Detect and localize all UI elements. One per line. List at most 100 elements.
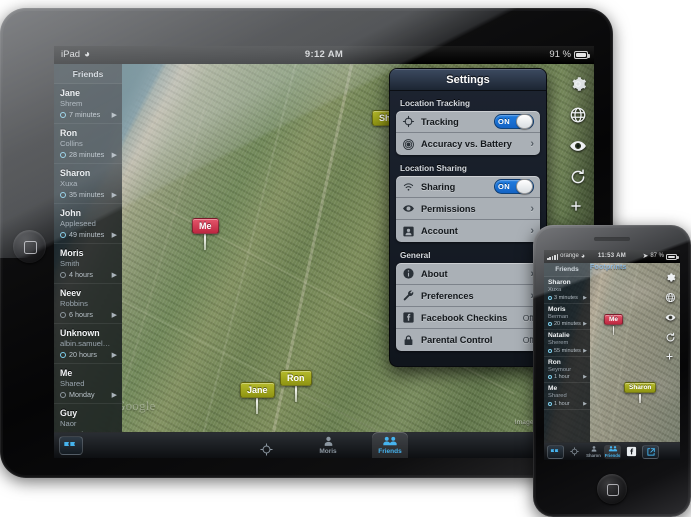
eye-icon[interactable]: [665, 312, 676, 323]
play-arrow-icon[interactable]: ▶: [112, 351, 117, 359]
settings-row-tracking[interactable]: Tracking ON: [396, 111, 540, 133]
tab-sharon[interactable]: Sharon: [585, 445, 602, 459]
settings-row-preferences[interactable]: Preferences›: [396, 285, 540, 307]
eye-icon[interactable]: [569, 137, 587, 155]
friend-meta: 7 minutes ▶: [60, 110, 117, 119]
status-dot-icon: [548, 322, 552, 326]
gear-icon[interactable]: [665, 272, 676, 283]
facebook-icon[interactable]: [623, 445, 640, 459]
friend-last-name: Smith: [60, 259, 80, 268]
globe-icon[interactable]: [665, 292, 676, 303]
friend-time: 1 hour: [554, 400, 570, 407]
flags-icon[interactable]: [59, 436, 83, 455]
friend-last-name: Shared: [548, 393, 567, 399]
iphone-tab-bar[interactable]: Sharon Friends: [544, 442, 680, 460]
friend-list-item[interactable]: Me Shared 1 hour ▶: [544, 383, 590, 410]
friend-list-item[interactable]: Moris Berman 20 minutes ▶: [544, 304, 590, 330]
toggle-switch[interactable]: ON: [494, 114, 534, 129]
friend-list-item[interactable]: Sharon Xuxa 35 minutes ▶: [54, 164, 122, 204]
play-arrow-icon[interactable]: ▶: [583, 295, 587, 301]
play-arrow-icon[interactable]: ▶: [112, 311, 117, 319]
share-icon[interactable]: [642, 444, 659, 459]
play-arrow-icon[interactable]: ▶: [583, 348, 587, 354]
iphone-home-button[interactable]: [597, 474, 627, 504]
friend-time: 55 minutes: [554, 347, 581, 354]
friend-meta: Monday ▶: [60, 390, 117, 399]
friends-panel-header: Friends: [54, 64, 122, 84]
play-arrow-icon[interactable]: ▶: [112, 231, 117, 239]
iphone-map-pin-sharon[interactable]: Sharon: [624, 376, 657, 403]
friend-meta: 1 hour ▶: [548, 401, 587, 407]
friend-list-item[interactable]: John Appleseed 49 minutes ▶: [54, 204, 122, 244]
friend-last-name: Xuxa: [60, 179, 78, 188]
friend-list-item[interactable]: Natalie Sherem 55 minutes ▶: [544, 330, 590, 357]
friend-time: 20 minutes: [554, 321, 581, 327]
friend-meta: 3 minutes ▶: [548, 295, 587, 301]
settings-group: Sharing ON Permissions › Account ›: [396, 176, 540, 242]
globe-icon[interactable]: [569, 106, 587, 124]
settings-popover[interactable]: Settings Location Tracking Tracking ON Accu…: [389, 68, 547, 367]
friends-list[interactable]: Sharon Xuxa 3 minutes ▶ Moris Berman 20 minute…: [544, 277, 590, 410]
plus-icon[interactable]: [665, 352, 676, 363]
map-pin-jane[interactable]: Jane: [240, 380, 275, 414]
map-pin-stick: [639, 394, 641, 403]
settings-row-label: Preferences: [421, 290, 474, 301]
friend-last-name: Naor: [60, 419, 77, 428]
iphone-map-pin-me[interactable]: Me: [604, 308, 624, 335]
iphone-friends-panel[interactable]: Friends Sharon Xuxa 3 minutes ▶ Moris Berman 2…: [544, 263, 590, 442]
settings-row-facebook-checkins[interactable]: Facebook Checkins Off: [396, 307, 540, 329]
friend-list-item[interactable]: Unknown albin.samuel@ ... 20 hours ▶: [54, 324, 122, 364]
friend-time: Monday: [69, 390, 95, 399]
play-arrow-icon[interactable]: ▶: [112, 391, 117, 399]
friend-list-item[interactable]: Sharon Xuxa 3 minutes ▶: [544, 277, 590, 304]
friend-list-item[interactable]: GuyNaor18 days▶: [54, 404, 122, 432]
target-icon: [402, 115, 415, 128]
tab-crosshair[interactable]: [246, 442, 286, 457]
play-arrow-icon[interactable]: ▶: [112, 151, 117, 159]
refresh-icon[interactable]: [569, 168, 587, 186]
gear-icon[interactable]: [569, 75, 587, 93]
map-pin-stick: [256, 398, 259, 414]
friends-list[interactable]: Jane Shrem 7 minutes ▶ Ron Collins 28 minutes ▶…: [54, 84, 122, 432]
map-pin-ron[interactable]: Ron: [280, 368, 312, 402]
chevron-right-icon: ›: [530, 202, 534, 215]
status-dot-icon: [60, 191, 66, 198]
tab-friends[interactable]: Friends: [604, 444, 621, 459]
friend-list-item[interactable]: Moris Smith 4 hours ▶: [54, 244, 122, 284]
ipad-tab-bar[interactable]: Moris Friends: [54, 431, 594, 458]
friend-meta: 55 minutes ▶: [548, 348, 587, 354]
settings-title: Settings: [390, 69, 546, 91]
settings-row-account[interactable]: Account ›: [396, 220, 540, 242]
play-arrow-icon[interactable]: ▶: [583, 374, 587, 380]
play-arrow-icon[interactable]: ▶: [112, 111, 117, 119]
flags-icon[interactable]: [547, 444, 564, 459]
settings-row-parental-control[interactable]: Parental Control Off: [396, 329, 540, 351]
settings-group: Tracking ON Accuracy vs. Battery ›: [396, 111, 540, 155]
friend-list-item[interactable]: Ron Collins 28 minutes ▶: [54, 124, 122, 164]
map-pin-me[interactable]: Me: [192, 216, 219, 250]
bullseye-icon: [402, 138, 415, 151]
tab-friends[interactable]: Friends: [370, 431, 410, 458]
friend-list-item[interactable]: Me Shared Monday ▶: [54, 364, 122, 404]
play-arrow-icon[interactable]: ▶: [112, 271, 117, 279]
ipad-friends-panel[interactable]: Friends Jane Shrem 7 minutes ▶ Ron Collins 28 …: [54, 64, 122, 432]
tab-crosshair[interactable]: [566, 445, 583, 459]
settings-row-label: About: [421, 268, 448, 279]
friend-list-item[interactable]: Jane Shrem 7 minutes ▶: [54, 84, 122, 124]
status-time: 9:12 AM: [304, 49, 344, 60]
plus-icon[interactable]: [569, 199, 587, 211]
toggle-switch[interactable]: ON: [494, 179, 534, 194]
settings-row-about[interactable]: About›: [396, 263, 540, 285]
settings-row-accuracy-vs-battery[interactable]: Accuracy vs. Battery ›: [396, 133, 540, 155]
friend-list-item[interactable]: Neev Robbins 6 hours ▶: [54, 284, 122, 324]
settings-row-permissions[interactable]: Permissions ›: [396, 198, 540, 220]
play-arrow-icon[interactable]: ▶: [112, 191, 117, 199]
play-arrow-icon[interactable]: ▶: [583, 401, 587, 407]
settings-row-sharing[interactable]: Sharing ON: [396, 176, 540, 198]
refresh-icon[interactable]: [665, 332, 676, 343]
friend-list-item[interactable]: Ron Seymour 1 hour ▶: [544, 357, 590, 383]
play-arrow-icon[interactable]: ▶: [583, 321, 587, 327]
ipad-home-button[interactable]: [13, 230, 46, 263]
friend-meta: 35 minutes ▶: [60, 190, 117, 199]
tab-moris[interactable]: Moris: [308, 435, 348, 457]
